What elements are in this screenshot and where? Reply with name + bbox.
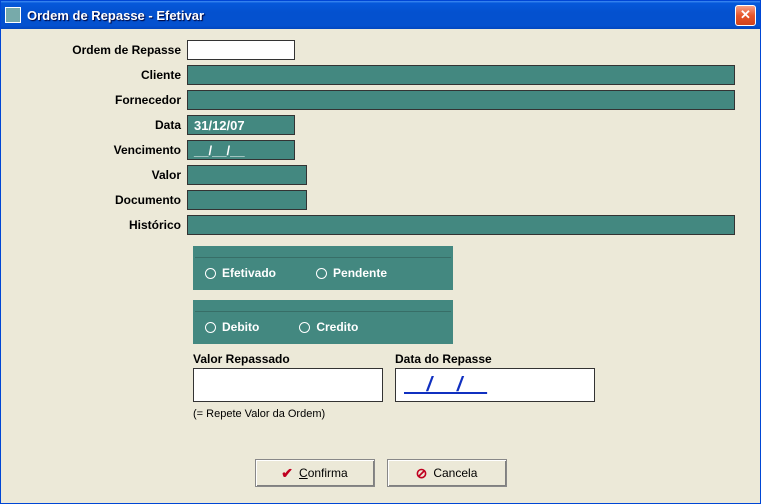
radio-icon <box>205 322 216 333</box>
label-documento: Documento <box>17 193 187 207</box>
radio-pendente[interactable]: Pendente <box>316 266 387 280</box>
historico-display <box>187 215 735 235</box>
radio-label: Debito <box>222 320 259 334</box>
label-data-repasse: Data do Repasse <box>395 352 595 366</box>
titlebar: Ordem de Repasse - Efetivar ✕ <box>1 1 760 29</box>
radio-label: Efetivado <box>222 266 276 280</box>
form-content: Ordem de Repasse Cliente Fornecedor Data… <box>1 29 760 503</box>
check-icon: ✔ <box>281 465 293 482</box>
data-display: 31/12/07 <box>187 115 295 135</box>
button-bar: ✔ Confirma ⊘ Cancela <box>1 459 760 487</box>
hint-text: (= Repete Valor da Ordem) <box>193 408 744 420</box>
confirma-button[interactable]: ✔ Confirma <box>255 459 375 487</box>
label-fornecedor: Fornecedor <box>17 93 187 107</box>
window-frame: Ordem de Repasse - Efetivar ✕ Ordem de R… <box>0 0 761 504</box>
confirma-label: Confirma <box>299 466 348 480</box>
vencimento-display: __/__/__ <box>187 140 295 160</box>
label-valor: Valor <box>17 168 187 182</box>
data-repasse-value: / / <box>404 374 487 397</box>
radio-credito[interactable]: Credito <box>299 320 358 334</box>
cancel-icon: ⊘ <box>416 465 428 482</box>
status-radio-panel: Efetivado Pendente <box>193 246 453 290</box>
label-vencimento: Vencimento <box>17 143 187 157</box>
close-button[interactable]: ✕ <box>735 5 756 26</box>
radio-icon <box>205 268 216 279</box>
fornecedor-display <box>187 90 735 110</box>
window-title: Ordem de Repasse - Efetivar <box>27 8 735 23</box>
label-ordem: Ordem de Repasse <box>17 43 187 57</box>
ordem-input[interactable] <box>187 40 295 60</box>
close-icon: ✕ <box>740 7 751 23</box>
cancela-label: Cancela <box>433 466 477 480</box>
cancela-button[interactable]: ⊘ Cancela <box>387 459 507 487</box>
radio-efetivado[interactable]: Efetivado <box>205 266 276 280</box>
tipo-radio-panel: Debito Credito <box>193 300 453 344</box>
valor-display <box>187 165 307 185</box>
valor-repassado-input[interactable] <box>193 368 383 402</box>
app-icon <box>5 7 21 23</box>
label-data: Data <box>17 118 187 132</box>
radio-icon <box>299 322 310 333</box>
label-historico: Histórico <box>17 218 187 232</box>
radio-debito[interactable]: Debito <box>205 320 259 334</box>
label-valor-repassado: Valor Repassado <box>193 352 383 366</box>
cliente-display <box>187 65 735 85</box>
label-cliente: Cliente <box>17 68 187 82</box>
documento-display <box>187 190 307 210</box>
radio-label: Credito <box>316 320 358 334</box>
repasse-row: Valor Repassado Data do Repasse / / <box>193 352 744 402</box>
radio-icon <box>316 268 327 279</box>
radio-label: Pendente <box>333 266 387 280</box>
data-repasse-input[interactable]: / / <box>395 368 595 402</box>
